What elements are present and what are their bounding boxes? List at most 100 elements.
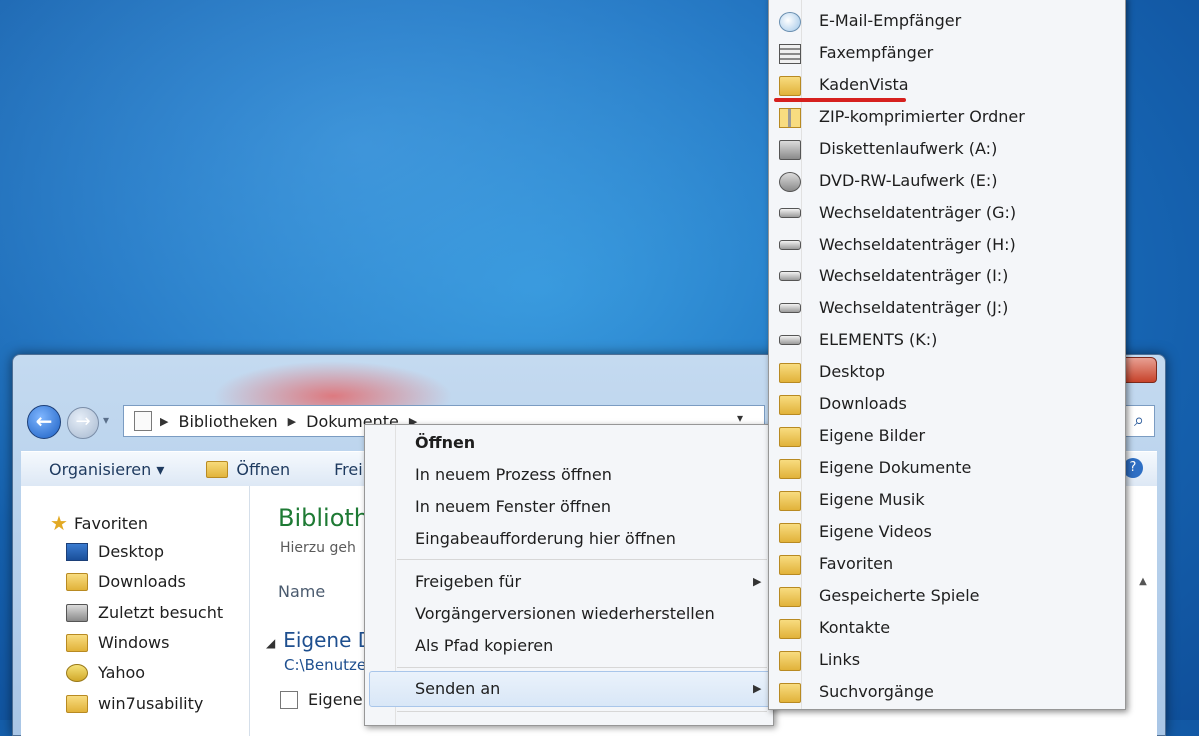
send-to-removable-g[interactable]: Wechseldatenträger (G:) — [819, 203, 1016, 222]
open-button[interactable]: Öffnen — [206, 460, 290, 479]
submenu-arrow-icon: ▶ — [753, 575, 762, 588]
nav-item-label: win7usability — [98, 694, 204, 713]
send-to-zip[interactable]: ZIP-komprimierter Ordner — [819, 107, 1025, 126]
send-to-desktop[interactable]: Desktop — [819, 362, 885, 381]
mail-recipient-icon — [779, 12, 801, 32]
file-row[interactable]: Eigene — [280, 690, 363, 709]
help-icon[interactable]: ? — [1123, 458, 1143, 478]
removable-drive-icon — [779, 208, 801, 218]
menu-item-copy-as-path[interactable]: Als Pfad kopieren — [415, 636, 553, 655]
page-icon — [134, 411, 152, 431]
send-to-pictures[interactable]: Eigene Bilder — [819, 426, 925, 445]
menu-separator — [397, 559, 767, 560]
menu-item-command-prompt[interactable]: Eingabeaufforderung hier öffnen — [415, 529, 676, 548]
pictures-folder-icon — [779, 427, 801, 447]
back-button[interactable]: ← — [27, 405, 61, 439]
breadcrumb-libraries[interactable]: Bibliotheken — [178, 412, 277, 431]
videos-folder-icon — [779, 523, 801, 543]
highlight-underline — [774, 98, 906, 102]
send-to-floppy-a[interactable]: Diskettenlaufwerk (A:) — [819, 139, 997, 158]
collapse-triangle-icon[interactable]: ◢ — [266, 636, 275, 650]
nav-item-recent[interactable]: Zuletzt besucht — [66, 603, 223, 622]
library-title: Biblioth — [278, 504, 370, 532]
send-to-documents[interactable]: Eigene Dokumente — [819, 458, 971, 477]
documents-folder-icon — [779, 459, 801, 479]
send-to-favorites[interactable]: Favoriten — [819, 554, 893, 573]
shortcut-icon — [280, 690, 298, 709]
context-menu: Öffnen In neuem Prozess öffnen In neuem … — [364, 424, 774, 726]
removable-drive-icon — [779, 240, 801, 250]
links-folder-icon — [779, 651, 801, 671]
group-header[interactable]: ◢ Eigene D — [266, 628, 373, 652]
menu-item-open[interactable]: Öffnen — [415, 433, 475, 452]
search-icon[interactable]: ⌕ — [1123, 405, 1155, 437]
contacts-folder-icon — [779, 619, 801, 639]
menu-separator — [397, 711, 767, 712]
nav-item-label: Windows — [98, 633, 170, 652]
send-to-links[interactable]: Links — [819, 650, 860, 669]
folder-open-icon — [206, 460, 229, 478]
menu-item-share-with[interactable]: Freigeben für — [415, 572, 521, 591]
breadcrumb-separator-icon[interactable]: ▶ — [288, 415, 296, 428]
send-to-music[interactable]: Eigene Musik — [819, 490, 925, 509]
library-subtitle: Hierzu geh — [280, 540, 356, 556]
star-icon: ★ — [50, 511, 68, 535]
send-to-videos[interactable]: Eigene Videos — [819, 522, 932, 541]
menu-item-restore-previous[interactable]: Vorgängerversionen wiederherstellen — [415, 604, 715, 623]
send-to-removable-h[interactable]: Wechseldatenträger (H:) — [819, 235, 1016, 254]
folder-icon — [66, 694, 88, 713]
arrow-left-icon: ← — [35, 409, 53, 433]
scroll-up-icon[interactable]: ▲ — [1136, 576, 1150, 590]
desktop-folder-icon — [779, 363, 801, 383]
group-title: Eigene D — [283, 628, 374, 652]
nav-item-windows[interactable]: Windows — [66, 633, 169, 652]
nav-favorites[interactable]: ★ Favoriten — [50, 511, 148, 535]
address-dropdown-icon[interactable]: ▾ — [737, 411, 743, 425]
share-button[interactable]: Frei — [334, 460, 363, 479]
nav-item-desktop[interactable]: Desktop — [66, 542, 164, 561]
breadcrumb-separator-icon[interactable]: ▶ — [160, 415, 168, 428]
removable-drive-icon — [779, 271, 801, 281]
send-to-submenu: E-Mail-Empfänger Faxempfänger KadenVista… — [768, 0, 1126, 710]
folder-icon — [66, 633, 88, 652]
downloads-folder-icon — [779, 395, 801, 415]
downloads-folder-icon — [66, 572, 88, 591]
nav-favorites-label: Favoriten — [73, 513, 149, 533]
send-to-removable-j[interactable]: Wechseldatenträger (J:) — [819, 298, 1008, 317]
fax-icon — [779, 44, 801, 64]
history-dropdown-icon[interactable]: ▾ — [103, 413, 109, 427]
file-name: Eigene — [308, 690, 363, 709]
send-to-saved-games[interactable]: Gespeicherte Spiele — [819, 586, 979, 605]
menu-item-send-to[interactable]: Senden an — [415, 679, 500, 698]
nav-item-yahoo[interactable]: Yahoo — [66, 663, 145, 682]
group-path: C:\Benutze — [284, 656, 367, 674]
send-to-mail-recipient[interactable]: E-Mail-Empfänger — [819, 11, 961, 30]
send-to-searches[interactable]: Suchvorgänge — [819, 682, 934, 701]
dvd-drive-icon — [779, 172, 801, 192]
searches-folder-icon — [779, 683, 801, 703]
send-to-downloads[interactable]: Downloads — [819, 394, 907, 413]
nav-item-downloads[interactable]: Downloads — [66, 572, 186, 591]
send-to-removable-i[interactable]: Wechseldatenträger (I:) — [819, 266, 1008, 285]
send-to-fax[interactable]: Faxempfänger — [819, 43, 933, 62]
send-to-dvd-e[interactable]: DVD-RW-Laufwerk (E:) — [819, 171, 998, 190]
arrow-right-icon: → — [75, 411, 91, 432]
external-drive-icon — [779, 335, 801, 345]
floppy-drive-icon — [779, 140, 801, 160]
organize-label: Organisieren ▾ — [49, 459, 165, 479]
forward-button[interactable]: → — [67, 407, 99, 439]
nav-item-label: Desktop — [98, 542, 164, 561]
send-to-contacts[interactable]: Kontakte — [819, 618, 890, 637]
nav-item-win7usability[interactable]: win7usability — [66, 694, 203, 713]
favorites-folder-icon — [779, 555, 801, 575]
send-to-elements-k[interactable]: ELEMENTS (K:) — [819, 330, 937, 349]
menu-separator — [397, 667, 767, 668]
organize-button[interactable]: Organisieren ▾ — [49, 460, 164, 479]
send-to-kadenvista[interactable]: KadenVista — [819, 75, 909, 94]
menu-item-open-new-process[interactable]: In neuem Prozess öffnen — [415, 465, 612, 484]
menu-item-open-new-window[interactable]: In neuem Fenster öffnen — [415, 497, 611, 516]
removable-drive-icon — [779, 303, 801, 313]
column-header-name[interactable]: Name — [278, 582, 325, 601]
search-folder-icon — [66, 663, 88, 682]
nav-item-label: Zuletzt besucht — [98, 603, 224, 622]
